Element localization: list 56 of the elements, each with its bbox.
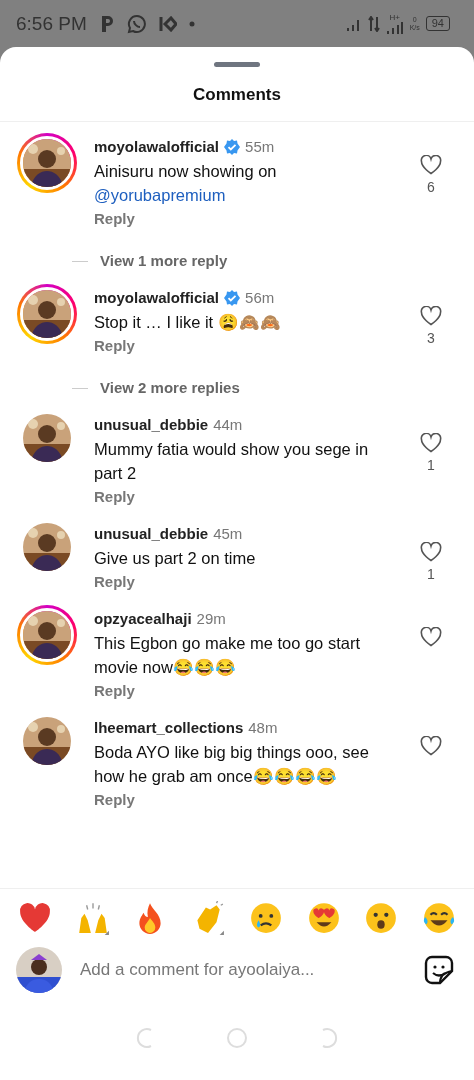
comment-time: 44m (213, 415, 243, 435)
comment-text: Mummy fatia would show you sege in part 2 (94, 439, 370, 484)
comment-text: Ainisuru now showing on (94, 161, 278, 182)
k-logo-icon (158, 15, 177, 32)
reply-link[interactable]: Reply (94, 334, 388, 358)
heart-icon[interactable] (420, 736, 442, 756)
signal-icon (385, 21, 404, 34)
mention-link[interactable]: @yorubapremium (94, 183, 388, 207)
chat-bubble-icon (126, 13, 147, 34)
heart-icon[interactable] (420, 542, 442, 562)
heart-eyes-face-icon[interactable] (306, 901, 341, 935)
username[interactable]: unusual_debbie (94, 413, 209, 437)
comment-input[interactable]: Add a comment for ayoolaiya... (80, 960, 406, 980)
comment-text: Give us part 2 on time (94, 548, 257, 569)
comment-time: 48m (248, 718, 278, 738)
story-ring[interactable] (17, 133, 77, 193)
sticker-icon[interactable] (424, 955, 454, 985)
username[interactable]: unusual_debbie (94, 522, 209, 546)
comment-text: Boda AYO like big big things ooo, see how he grab am once😂😂😂😂 (94, 742, 370, 787)
username[interactable]: moyolawalofficial (94, 286, 220, 310)
username[interactable]: moyolawalofficial (94, 135, 220, 159)
surprised-face-icon[interactable] (364, 901, 399, 935)
heart-icon[interactable] (420, 155, 442, 175)
reply-link[interactable]: Reply (94, 485, 388, 509)
view-replies-link[interactable]: View 1 more reply (100, 249, 228, 273)
comment-time: 55m (245, 137, 275, 157)
reply-link[interactable]: Reply (94, 788, 388, 812)
crying-face-icon[interactable] (248, 901, 283, 935)
laughing-tears-face-icon[interactable] (421, 901, 456, 935)
drag-handle[interactable] (214, 62, 260, 67)
username[interactable]: opzyacealhaji (94, 607, 192, 631)
like-count: 6 (427, 179, 435, 195)
reply-link[interactable]: Reply (94, 207, 388, 231)
data-arrows-icon (367, 15, 380, 32)
username[interactable]: lheemart_collections (94, 716, 244, 740)
network-type: H+ (389, 13, 400, 22)
heart-icon[interactable] (420, 433, 442, 453)
story-ring[interactable] (17, 284, 77, 344)
dot-icon (188, 20, 195, 27)
clock-time: 6:56 PM (16, 12, 87, 35)
like-count: 3 (427, 330, 435, 346)
heart-icon[interactable] (420, 306, 442, 326)
reply-link[interactable]: Reply (94, 570, 388, 594)
heart-icon[interactable] (420, 627, 442, 647)
comment-time: 45m (213, 524, 243, 544)
comment-time: 29m (196, 609, 226, 629)
comment-time: 56m (245, 288, 275, 308)
comment-text: Stop it … I like it 😩🙈🙈 (94, 312, 282, 333)
comment-text: This Egbon go make me too go start movie now😂😂😂 (94, 633, 361, 678)
view-replies-link[interactable]: View 2 more replies (100, 376, 240, 400)
battery-level: 94 (425, 16, 450, 31)
story-ring[interactable] (17, 605, 77, 665)
like-count: 1 (427, 566, 435, 582)
reply-link[interactable]: Reply (94, 679, 388, 703)
like-count: 1 (427, 457, 435, 473)
sheet-title: Comments (192, 84, 282, 106)
